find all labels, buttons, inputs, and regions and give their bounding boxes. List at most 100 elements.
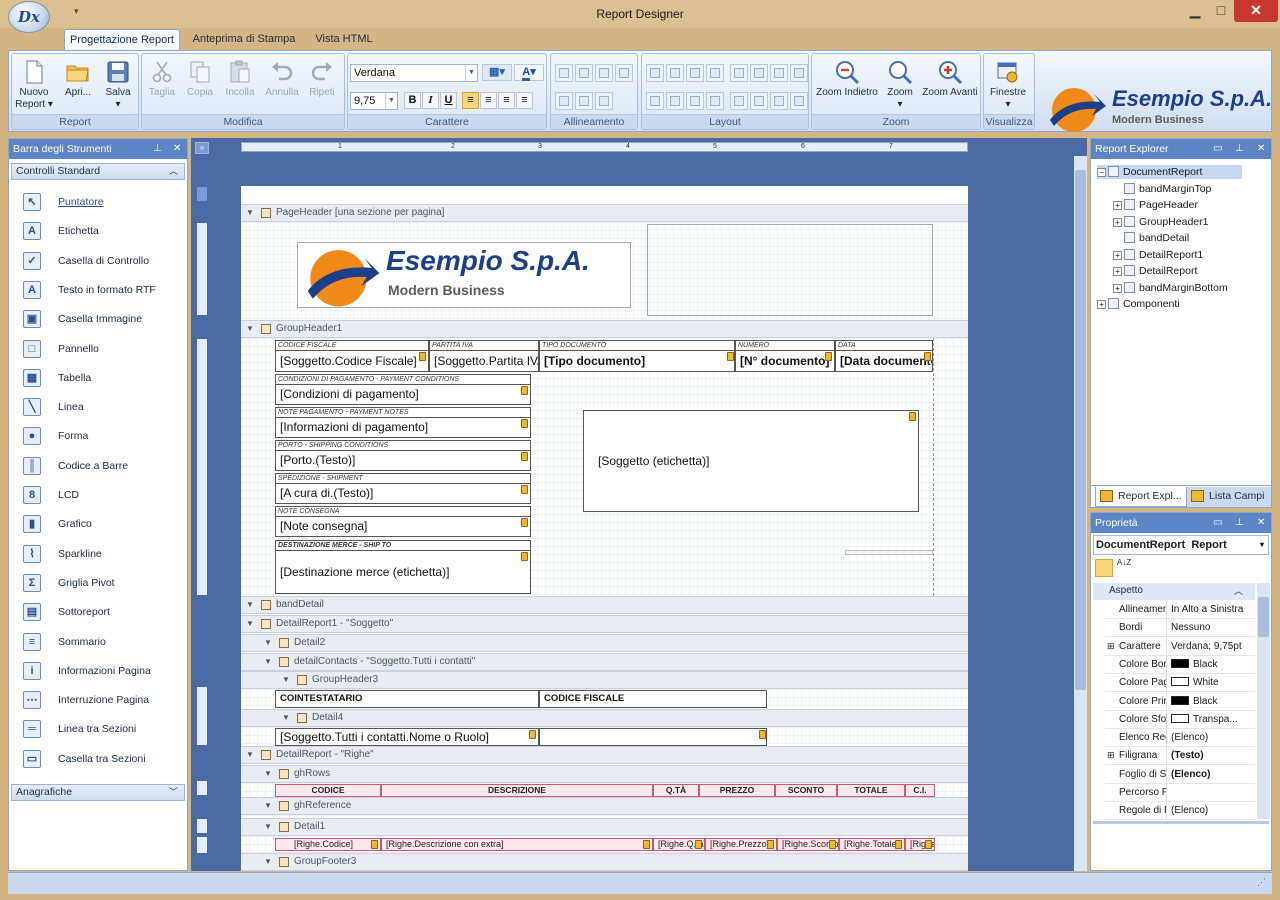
- vspace-decrease-icon[interactable]: [686, 92, 704, 110]
- detail1-area[interactable]: [Righe.Codice] [Righe.Descrizione con ext…: [241, 836, 968, 853]
- expand-icon[interactable]: +: [1113, 250, 1122, 260]
- font-size-combo[interactable]: 9,75 ▼: [350, 92, 398, 110]
- expand-icon[interactable]: +: [1097, 300, 1106, 309]
- size-to-grid-icon[interactable]: [706, 64, 724, 82]
- toolbox-item[interactable]: ● Forma: [23, 425, 183, 447]
- vspace-equal-icon[interactable]: [646, 92, 664, 110]
- align-to-grid-icon[interactable]: [555, 64, 573, 82]
- row-header-cell[interactable]: C.I.: [905, 784, 935, 797]
- detail4-area[interactable]: [Soggetto.Tutti i contatti.Nome o Ruolo]: [241, 727, 968, 747]
- toolbox-item[interactable]: ▭ Casella tra Sezioni: [23, 748, 183, 770]
- tree-node[interactable]: + bandMarginBottom: [1113, 281, 1228, 295]
- new-report-button[interactable]: Nuovo Report ▾: [14, 56, 54, 112]
- field-codice-fiscale[interactable]: [Soggetto.Codice Fiscale]: [275, 350, 429, 372]
- size-height-icon[interactable]: [666, 64, 684, 82]
- expand-icon[interactable]: ⊞: [1107, 638, 1115, 655]
- toolbox-item[interactable]: i Informazioni Pagina: [23, 660, 183, 682]
- field-destinazione[interactable]: [Destinazione merce (etichetta)]: [275, 550, 531, 594]
- expand-icon[interactable]: +: [1113, 201, 1122, 210]
- dropdown-icon[interactable]: ▭: [1213, 139, 1222, 159]
- align-lefts-icon[interactable]: [575, 64, 593, 82]
- row-data-cell[interactable]: [Righe.Descrizione con extra]: [381, 838, 653, 851]
- subject-label-box[interactable]: [Soggetto (etichetta)]: [583, 410, 919, 512]
- tab-report-explorer[interactable]: Report Expl...: [1095, 487, 1187, 507]
- block-field[interactable]: [A cura di.(Testo)]: [275, 483, 531, 504]
- toolbox-item[interactable]: ⌇ Sparkline: [23, 543, 183, 565]
- maximize-button[interactable]: □: [1208, 0, 1234, 22]
- collapse-triangle-icon[interactable]: ▼: [246, 616, 254, 632]
- pin-icon[interactable]: ⊥: [1235, 513, 1244, 533]
- toolbox-item[interactable]: ≡ Sommario: [23, 631, 183, 653]
- smart-tag-icon[interactable]: [759, 730, 766, 739]
- smart-tag-icon[interactable]: [521, 452, 528, 461]
- property-row[interactable]: Percorso Foglio: [1105, 784, 1255, 802]
- cut-button[interactable]: Taglia: [142, 56, 182, 112]
- field-tipo-documento[interactable]: [Tipo documento]: [539, 350, 735, 372]
- redo-button[interactable]: Ripeti: [302, 56, 342, 112]
- properties-scrollbar[interactable]: [1257, 583, 1270, 819]
- collapse-triangle-icon[interactable]: ▼: [264, 635, 272, 651]
- toolbox-item[interactable]: □ Pannello: [23, 338, 183, 360]
- pin-icon[interactable]: ⊥: [153, 139, 162, 159]
- property-row[interactable]: ⊞ Filigrana (Testo): [1105, 747, 1255, 766]
- windows-button[interactable]: Finestre ▾: [988, 56, 1028, 112]
- tree-node[interactable]: + DetailReport: [1113, 264, 1197, 278]
- close-button[interactable]: ✕: [1234, 0, 1278, 22]
- smart-tag-icon[interactable]: [909, 412, 916, 421]
- property-row[interactable]: Elenco Regole (Elenco): [1105, 729, 1255, 748]
- toolbox-item[interactable]: ▮ Grafico: [23, 513, 183, 535]
- block-field[interactable]: [Note consegna]: [275, 516, 531, 537]
- report-page[interactable]: ▼ PageHeader [una sezione per pagina] Es…: [241, 186, 968, 871]
- smart-tag-icon[interactable]: [529, 730, 536, 739]
- send-to-back-icon[interactable]: [790, 92, 808, 110]
- tree-node[interactable]: − DocumentReport: [1097, 165, 1243, 179]
- tree-node[interactable]: + Componenti: [1097, 297, 1180, 311]
- collapse-triangle-icon[interactable]: ▼: [246, 205, 254, 221]
- collapse-triangle-icon[interactable]: ▼: [246, 321, 254, 337]
- object-selector[interactable]: DocumentReport Report ▾: [1093, 535, 1269, 555]
- minimize-button[interactable]: ▁: [1182, 0, 1208, 22]
- vspace-increase-icon[interactable]: [666, 92, 684, 110]
- collapse-triangle-icon[interactable]: ▼: [264, 654, 272, 670]
- undo-button[interactable]: Annulla: [262, 56, 302, 112]
- band-detail[interactable]: ▼ bandDetail: [241, 596, 968, 614]
- tree-node[interactable]: bandMarginTop: [1113, 182, 1211, 196]
- field-data[interactable]: [Data documento]: [835, 350, 933, 372]
- expand-icon[interactable]: ⊞: [1107, 747, 1115, 764]
- property-row[interactable]: Allineamento In Alto a Sinistra: [1105, 601, 1255, 619]
- smart-tag-icon[interactable]: [371, 840, 378, 849]
- smart-tag-icon[interactable]: [825, 352, 832, 361]
- bold-button[interactable]: B: [404, 92, 421, 109]
- toolbox-item[interactable]: ▣ Casella Immagine: [23, 308, 183, 330]
- close-icon[interactable]: ✕: [1257, 139, 1265, 159]
- field-contatti-nome[interactable]: [Soggetto.Tutti i contatti.Nome o Ruolo]: [275, 728, 539, 746]
- block-field[interactable]: [Porto.(Testo)]: [275, 450, 531, 471]
- copy-button[interactable]: Copia: [180, 56, 220, 112]
- toolbox-item[interactable]: A Etichetta: [23, 220, 183, 242]
- band-group-header3[interactable]: ▼ GroupHeader3: [241, 671, 968, 689]
- align-middles-icon[interactable]: [575, 92, 593, 110]
- align-bottoms-icon[interactable]: [595, 92, 613, 110]
- collapse-triangle-icon[interactable]: ▼: [246, 597, 254, 613]
- hspace-remove-icon[interactable]: [790, 64, 808, 82]
- collapse-triangle-icon[interactable]: ▼: [282, 710, 290, 726]
- smart-tag-icon[interactable]: [895, 840, 902, 849]
- band-detail-report1[interactable]: ▼ DetailReport1 - "Soggetto": [241, 615, 968, 633]
- scrollbar-thumb[interactable]: [1075, 170, 1086, 690]
- italic-button[interactable]: I: [422, 92, 439, 109]
- row-header-cell[interactable]: DESCRIZIONE: [381, 784, 653, 797]
- align-centers-icon[interactable]: [595, 64, 613, 82]
- band-group-footer3[interactable]: ▼ GroupFooter3: [241, 853, 968, 871]
- open-button[interactable]: Apri...: [58, 56, 98, 112]
- smart-tag-icon[interactable]: [727, 352, 734, 361]
- property-row[interactable]: Colore Sfondo Transpa...: [1105, 710, 1255, 729]
- align-center-icon[interactable]: ≡: [480, 92, 497, 109]
- property-row[interactable]: ⊞ Carattere Verdana; 9,75pt: [1105, 637, 1255, 656]
- property-row[interactable]: Colore Bordo Black: [1105, 655, 1255, 674]
- property-row[interactable]: Foglio di Stile (Elenco): [1105, 765, 1255, 784]
- field-partita-iva[interactable]: [Soggetto.Partita IVA]: [429, 350, 539, 372]
- categorized-icon[interactable]: [1095, 559, 1113, 577]
- collapse-triangle-icon[interactable]: ▼: [264, 854, 272, 870]
- collapse-triangle-icon[interactable]: ▼: [246, 747, 254, 763]
- expand-icon[interactable]: +: [1113, 267, 1122, 276]
